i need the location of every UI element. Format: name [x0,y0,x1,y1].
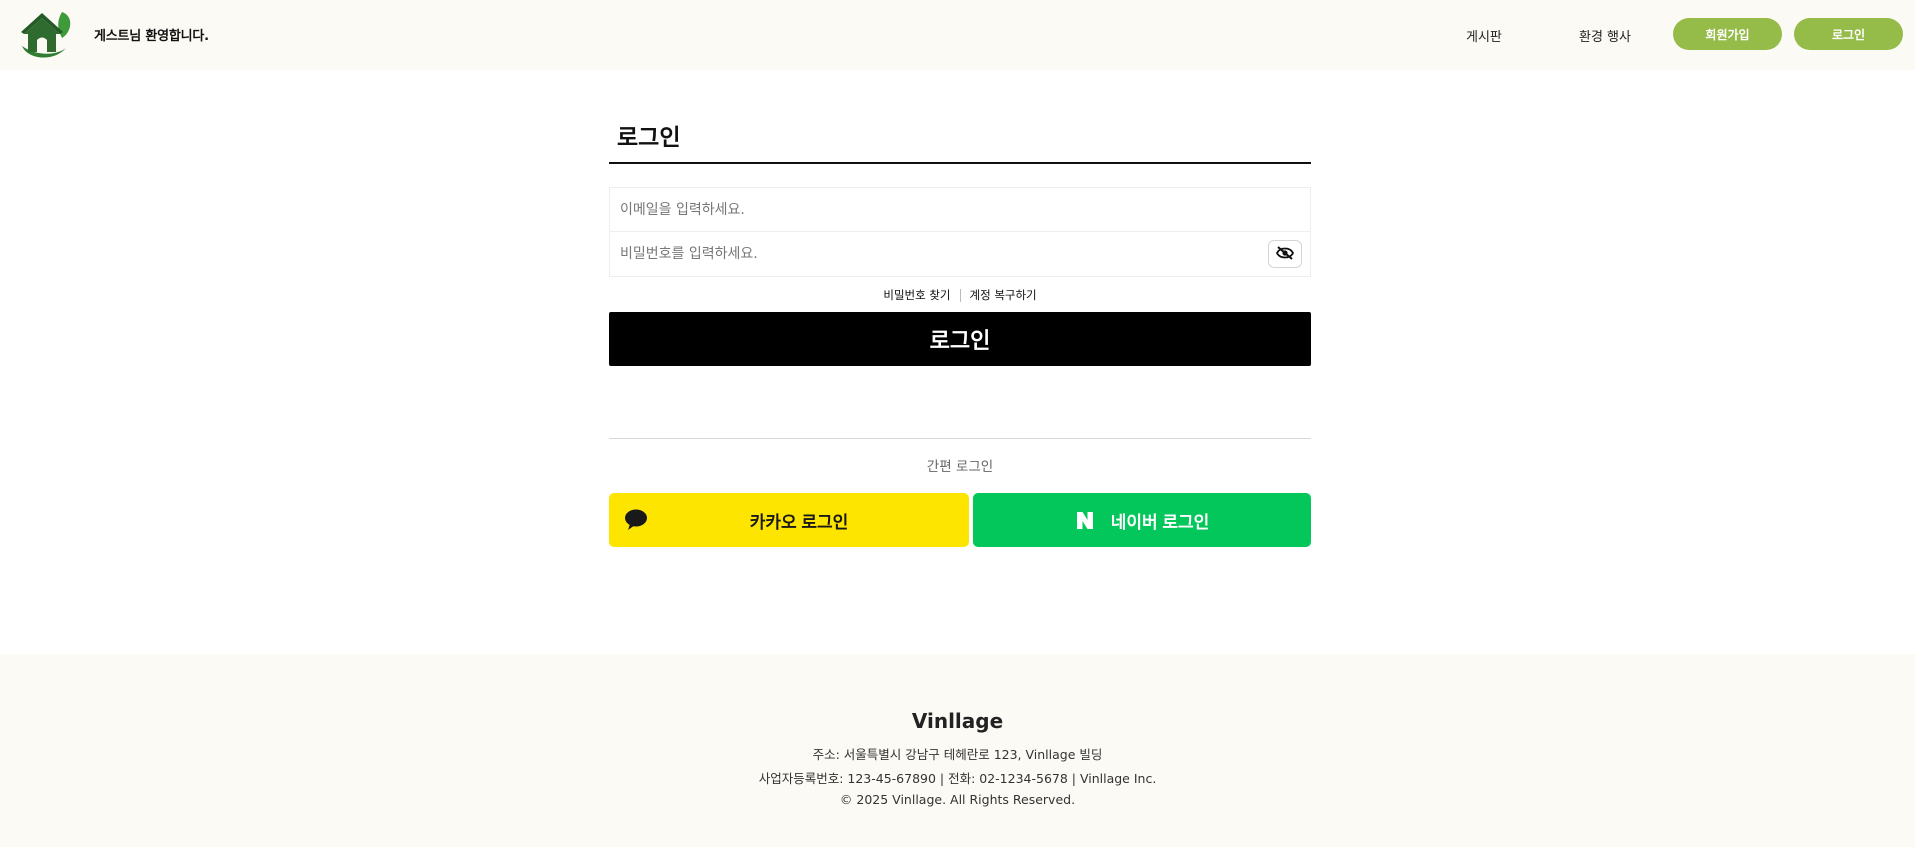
email-field-wrapper [609,187,1311,232]
site-footer: Vinllage 주소: 서울특별시 강남구 테헤란로 123, Vinllag… [0,654,1915,847]
header-login-button[interactable]: 로그인 [1794,18,1903,50]
welcome-text: 게스트님 환영합니다. [94,29,209,44]
footer-business-info: 사업자등록번호: 123-45-67890 | 전화: 02-1234-5678… [758,771,1157,786]
toggle-password-visibility-button[interactable] [1268,240,1302,268]
password-field-wrapper [609,232,1311,277]
footer-address: 주소: 서울특별시 강남구 테헤란로 123, Vinllage 빌딩 [812,747,1103,762]
signup-button[interactable]: 회원가입 [1673,18,1782,50]
login-submit-button[interactable]: 로그인 [609,312,1311,366]
find-password-link[interactable]: 비밀번호 찾기 [874,287,959,303]
naver-n-icon [1075,511,1095,529]
page-title: 로그인 [617,125,681,151]
footer-copyright: © 2025 Vinllage. All Rights Reserved. [839,792,1076,807]
house-leaf-logo-icon[interactable] [18,10,74,60]
kakao-login-label: 카카오 로그인 [749,512,849,532]
title-divider [609,162,1311,164]
nav-board-link[interactable]: 게시판 [1466,26,1502,45]
nav-events-link[interactable]: 환경 행사 [1579,26,1631,45]
naver-login-label: 네이버 로그인 [1110,512,1210,532]
recover-account-link[interactable]: 계정 복구하기 [961,287,1046,303]
simple-login-label: 간편 로그인 [926,459,994,475]
speech-bubble-icon [624,509,648,536]
naver-login-button[interactable]: 네이버 로그인 [973,493,1311,547]
password-input[interactable] [610,232,1310,276]
eye-slash-icon [1275,245,1295,263]
section-divider [609,438,1311,439]
site-header: 게스트님 환영합니다. 게시판 환경 행사 회원가입 로그인 [0,0,1915,70]
kakao-login-button[interactable]: 카카오 로그인 [609,493,969,547]
footer-brand: Vinllage [911,709,1004,733]
email-input[interactable] [610,188,1310,231]
account-help-links: 비밀번호 찾기 계정 복구하기 [609,286,1311,304]
